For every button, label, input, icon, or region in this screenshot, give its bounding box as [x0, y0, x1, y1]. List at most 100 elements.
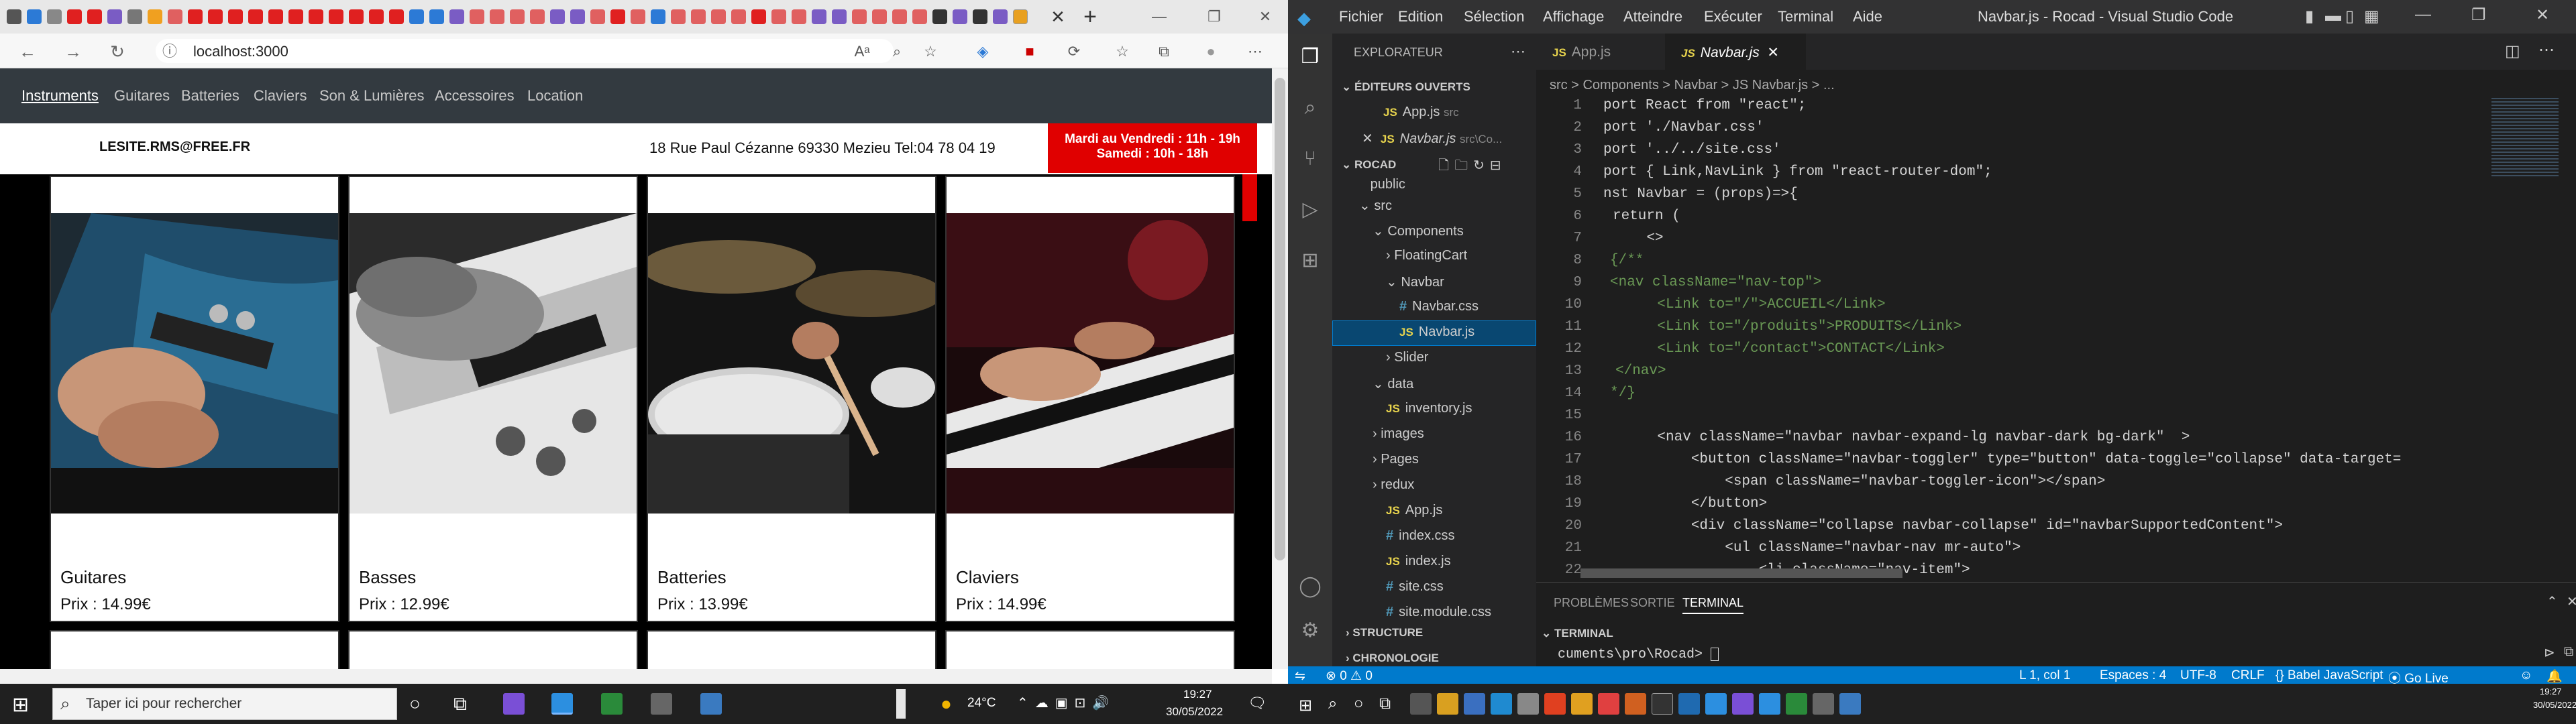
tab-favicon[interactable] [832, 9, 847, 24]
app-taskbar-icon[interactable] [1705, 693, 1727, 715]
tab-favicon[interactable] [631, 9, 645, 24]
menu-affichage[interactable]: Affichage [1543, 8, 1604, 25]
menu-fichier[interactable]: Fichier [1339, 8, 1383, 25]
tab-favicon[interactable] [248, 9, 263, 24]
tree-item-file[interactable]: # Navbar.css [1399, 299, 1479, 314]
extension-icon[interactable]: ◈ [973, 43, 993, 62]
favorites-icon[interactable]: ☆ [1112, 43, 1132, 62]
tree-item-file[interactable]: JS index.js [1386, 554, 1451, 569]
page-scrollbar-thumb[interactable] [1275, 78, 1285, 560]
tree-item-folder[interactable]: ⌄ src [1359, 197, 1392, 214]
tab-favicon[interactable] [751, 9, 766, 24]
visual-studio-icon[interactable] [1732, 693, 1754, 715]
tab-favicon[interactable] [47, 9, 62, 24]
open-editor-app[interactable]: JS App.js src [1383, 105, 1459, 120]
tree-item-file[interactable]: # site.css [1386, 579, 1444, 595]
tab-favicon[interactable] [550, 9, 565, 24]
extensions-icon[interactable]: ⟳ [1064, 43, 1084, 62]
explorer-icon[interactable]: ❐ [1297, 44, 1323, 70]
tree-item-file[interactable]: # site.module.css [1386, 605, 1491, 620]
tab-favicon[interactable] [309, 9, 323, 24]
close-window-icon[interactable]: ✕ [2536, 5, 2549, 25]
menu-aide[interactable]: Aide [1853, 8, 1882, 25]
panel-tab-terminal[interactable]: TERMINAL [1682, 596, 1744, 614]
tree-item-folder[interactable]: › FloatingCart [1386, 248, 1467, 263]
horizontal-scrollbar[interactable] [0, 669, 1272, 684]
file-explorer-icon[interactable] [1437, 693, 1458, 715]
minimize-icon[interactable]: — [1146, 5, 1173, 28]
restore-icon[interactable]: ❐ [2471, 5, 2486, 25]
windows-start-icon[interactable]: ⊞ [12, 693, 29, 717]
product-image-drums[interactable] [648, 213, 935, 514]
terminal-icon[interactable] [1652, 693, 1673, 715]
nav-link-instruments[interactable]: Instruments [21, 87, 99, 105]
taskbar-search-placeholder[interactable]: Taper ici pour rechercher [86, 696, 241, 712]
clock-date[interactable]: 30/05/2022 [1166, 705, 1223, 719]
tab-favicon[interactable] [87, 9, 102, 24]
terminal-prompt[interactable]: cuments\pro\Rocad> [1558, 647, 1719, 662]
tab-favicon[interactable] [369, 9, 384, 24]
layout-toggle-icon[interactable]: ▯ [2345, 7, 2354, 26]
nav-link-guitares[interactable]: Guitares [114, 87, 170, 105]
tab-favicon[interactable] [188, 9, 203, 24]
tree-item-file-selected[interactable]: JS Navbar.js [1399, 324, 1474, 340]
close-tab-icon[interactable]: ✕ [1767, 45, 1779, 60]
feedback-icon[interactable]: ☺ [2520, 668, 2532, 683]
source-control-icon[interactable]: ⑂ [1297, 146, 1323, 172]
code-area[interactable]: 1 port React from "react"; 2 port './Navba… [1536, 98, 2576, 582]
tab-favicon[interactable] [973, 9, 987, 24]
tree-item-folder[interactable]: public [1359, 177, 1405, 192]
read-aloud-icon[interactable]: Aᵃ [852, 43, 872, 62]
panel-tab-problems[interactable]: PROBLÈMES [1554, 596, 1629, 610]
product-card-partial[interactable] [945, 630, 1235, 669]
vscode-taskbar-icon[interactable] [1759, 693, 1780, 715]
terminal-action-icon[interactable]: ⊳ [2544, 644, 2555, 661]
extensions-icon[interactable]: ⊞ [1297, 248, 1323, 274]
tab-favicon[interactable] [872, 9, 887, 24]
maximize-panel-icon[interactable]: ⌃ [2546, 593, 2558, 610]
tab-favicon[interactable] [107, 9, 122, 24]
tab-favicon[interactable] [429, 9, 444, 24]
app-taskbar-icon[interactable] [1544, 693, 1566, 715]
menu-atteindre[interactable]: Atteindre [1623, 8, 1682, 25]
tab-actions-icon[interactable] [7, 9, 21, 24]
product-image-keyboard[interactable] [947, 213, 1234, 514]
tab-favicon[interactable] [168, 9, 182, 24]
tab-favicon[interactable] [148, 9, 162, 24]
open-editors-header[interactable]: ⌄ ÉDITEURS OUVERTS [1342, 80, 1470, 94]
refresh-icon[interactable]: ↻ [106, 40, 129, 63]
tree-item-folder[interactable]: ⌄ Components [1373, 223, 1464, 239]
tab-favicon[interactable] [530, 9, 545, 24]
tab-favicon[interactable] [470, 9, 484, 24]
tab-favicon[interactable] [651, 9, 665, 24]
maximize-icon[interactable]: ❐ [1201, 5, 1228, 28]
collections-icon[interactable]: ⧉ [1154, 43, 1174, 62]
panel-tab-output[interactable]: SORTIE [1630, 596, 1675, 610]
layout-toggle-icon[interactable]: ▮ [2305, 7, 2314, 26]
app-taskbar-icon[interactable] [1464, 693, 1485, 715]
tab-favicon[interactable] [490, 9, 504, 24]
zoom-icon[interactable]: ⌕ [887, 43, 907, 62]
settings-taskbar-icon[interactable] [651, 693, 672, 715]
back-icon[interactable]: ← [16, 40, 39, 63]
tab-favicon[interactable] [127, 9, 142, 24]
close-panel-icon[interactable]: ✕ [2567, 593, 2576, 610]
product-card-partial[interactable] [50, 630, 339, 669]
run-debug-icon[interactable]: ▷ [1297, 197, 1323, 223]
product-card-guitares[interactable]: Guitares Prix : 14.99€ [50, 176, 339, 622]
tree-item-folder[interactable]: › images [1373, 426, 1424, 442]
terminal-section[interactable]: ⌄ TERMINAL [1542, 627, 1613, 640]
app-taskbar-icon[interactable] [1678, 693, 1700, 715]
weather-temperature[interactable]: 24°C [967, 696, 996, 711]
timeline-header[interactable]: › CHRONOLOGIE [1346, 652, 1439, 665]
nav-link-accessoires[interactable]: Accessoires [435, 87, 515, 105]
remote-indicator-icon[interactable]: ⇋ [1295, 668, 1305, 684]
tab-favicon[interactable] [590, 9, 605, 24]
tree-item-folder[interactable]: ⌄ data [1373, 375, 1413, 392]
cortana-icon[interactable]: ○ [409, 693, 421, 715]
tab-favicon[interactable] [691, 9, 706, 24]
tab-app-js[interactable]: JS App.js [1536, 34, 1665, 70]
info-icon[interactable]: ⓘ [158, 40, 181, 63]
product-card-partial[interactable] [647, 630, 936, 669]
close-window-icon[interactable]: ✕ [1252, 5, 1279, 28]
